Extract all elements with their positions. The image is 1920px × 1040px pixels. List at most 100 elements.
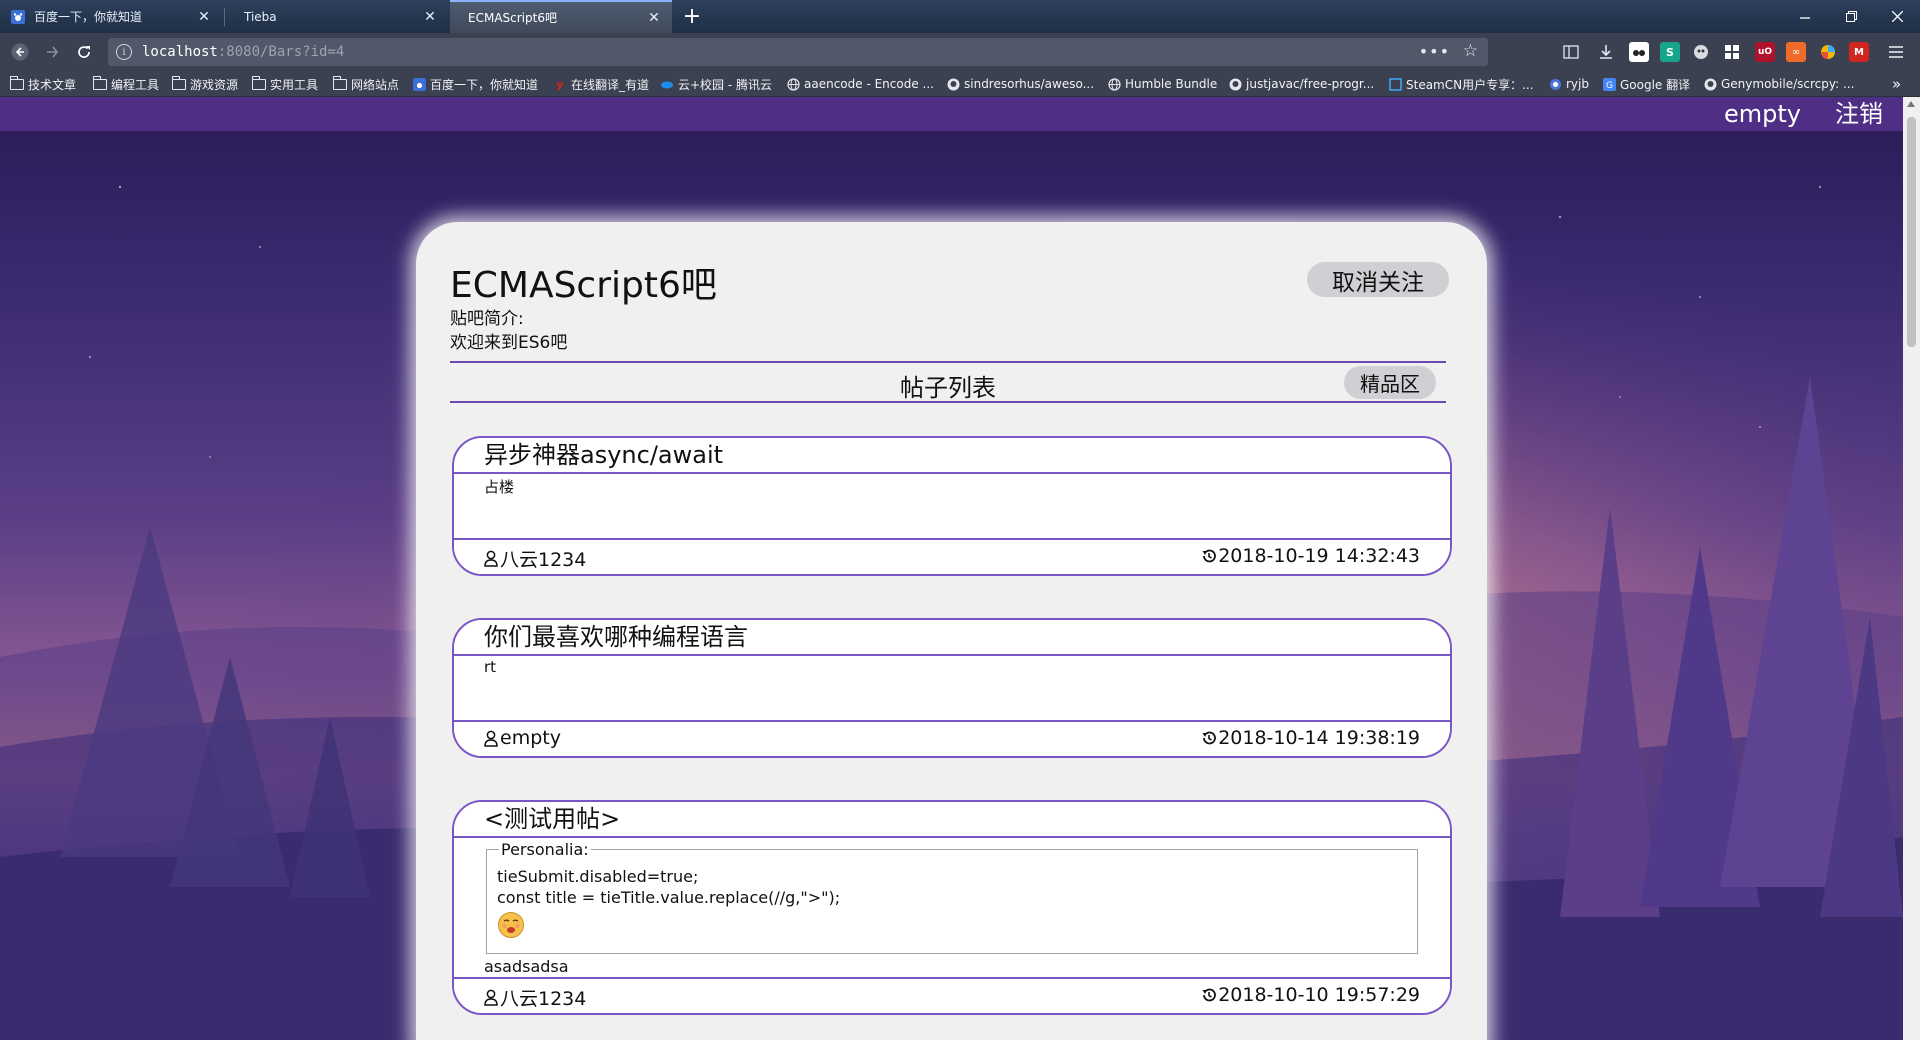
bookmark-folder[interactable]: 编程工具: [92, 75, 159, 93]
forward-button[interactable]: [36, 33, 68, 71]
folder-icon: [92, 75, 107, 91]
logout-link[interactable]: 注销: [1835, 97, 1883, 131]
history-icon: [1202, 988, 1217, 1002]
tab-bar: 百度一下，你就知道 ✕ Tieba ✕ ECMAScript6吧 ✕ +: [0, 0, 1920, 33]
close-tab-icon[interactable]: ✕: [422, 9, 438, 25]
post-footer: 八云1234 2018-10-10 19:57:29: [454, 979, 1450, 1013]
extension-glasses-icon[interactable]: [1629, 42, 1649, 62]
scrollbar-thumb[interactable]: [1907, 117, 1916, 347]
post-footer: 八云1234 2018-10-19 14:32:43: [454, 540, 1450, 574]
tab-ecmascript6[interactable]: ECMAScript6吧 ✕: [450, 0, 672, 33]
close-tab-icon[interactable]: ✕: [646, 10, 662, 26]
ryjb-icon: [1548, 77, 1562, 91]
menu-icon[interactable]: [1886, 42, 1906, 62]
user-icon: [484, 550, 498, 567]
bookmark-link[interactable]: y 在线翻译_有道: [553, 75, 649, 93]
extension-m-icon[interactable]: M: [1849, 42, 1869, 62]
github-icon: [1703, 77, 1717, 91]
bar-intro-label: 贴吧简介:: [450, 309, 524, 329]
folder-icon: [9, 75, 24, 91]
ublock-icon[interactable]: uO: [1755, 42, 1775, 62]
post-time: 2018-10-19 14:32:43: [1201, 545, 1420, 567]
page-viewport: empty 注销 ECMAScript6吧 取消关注 贴吧简介: 欢迎来到ES6…: [0, 97, 1903, 1040]
bookmark-label: Genymobile/scrcpy: ...: [1721, 77, 1855, 91]
bookmark-link[interactable]: 百度一下，你就知道: [412, 75, 538, 93]
tab-baidu[interactable]: 百度一下，你就知道 ✕: [0, 0, 222, 33]
post-item[interactable]: 异步神器async/await 占楼 八云1234 2018-10-19 14:…: [452, 436, 1452, 576]
minimize-icon[interactable]: [1782, 0, 1828, 33]
download-icon[interactable]: [1596, 42, 1616, 62]
post-time-text: 2018-10-14 19:38:19: [1218, 727, 1420, 749]
post-author-name: empty: [500, 727, 561, 749]
bookmark-star-icon[interactable]: ☆: [1463, 41, 1478, 61]
bookmark-link[interactable]: justjavac/free-progr...: [1228, 75, 1374, 93]
navigation-bar: i localhost:8080/Bars?id=4 ••• ☆ S uO ∞ …: [0, 33, 1920, 71]
page-scrollbar[interactable]: [1903, 97, 1920, 1040]
bookmark-label: SteamCN用户专享：...: [1406, 77, 1534, 92]
post-time: 2018-10-10 19:57:29: [1201, 984, 1420, 1006]
folder-icon: [171, 75, 186, 91]
bookmark-label: 百度一下，你就知道: [430, 77, 539, 92]
bookmark-link[interactable]: G Google 翻译: [1602, 75, 1690, 93]
bookmark-link[interactable]: aaencode - Encode ...: [786, 75, 934, 93]
back-button[interactable]: [4, 33, 36, 71]
reload-button[interactable]: [68, 33, 100, 71]
unfollow-button[interactable]: 取消关注: [1307, 262, 1449, 297]
address-bar[interactable]: i localhost:8080/Bars?id=4 ••• ☆: [108, 38, 1488, 66]
bookmark-folder[interactable]: 游戏资源: [171, 75, 238, 93]
bookmark-link[interactable]: ryjb: [1548, 75, 1589, 93]
folder-icon: [332, 75, 347, 91]
post-title[interactable]: <测试用帖>: [454, 802, 1450, 838]
tab-tieba[interactable]: Tieba ✕: [226, 0, 448, 33]
post-item[interactable]: 你们最喜欢哪种编程语言 rt empty 2018-10-14 19:38:19: [452, 618, 1452, 758]
close-window-icon[interactable]: [1874, 0, 1920, 33]
page-actions-icon[interactable]: •••: [1419, 42, 1450, 61]
more-bookmarks-icon[interactable]: »: [1892, 75, 1901, 93]
bookmark-folder[interactable]: 网络站点: [332, 75, 399, 93]
extension-infinity-icon[interactable]: ∞: [1786, 42, 1806, 62]
bar-card: ECMAScript6吧 取消关注 贴吧简介: 欢迎来到ES6吧 帖子列表 精品…: [416, 222, 1487, 1040]
user-icon: [484, 989, 498, 1006]
google-translate-icon: G: [1602, 77, 1616, 91]
scroll-up-icon[interactable]: [1907, 101, 1915, 107]
bookmark-link[interactable]: Genymobile/scrcpy: ...: [1703, 75, 1854, 93]
post-author[interactable]: 八云1234: [484, 545, 586, 572]
bookmark-link[interactable]: Humble Bundle: [1107, 75, 1217, 93]
bookmarks-bar: 技术文章 编程工具 游戏资源 实用工具 网络站点 百度一下，你就知道 y 在线翻译…: [0, 71, 1920, 97]
post-author[interactable]: empty: [484, 727, 561, 749]
bookmark-link[interactable]: sindresorhus/aweso...: [946, 75, 1094, 93]
fieldset-legend: Personalia:: [499, 840, 591, 859]
bookmark-label: 实用工具: [270, 77, 319, 92]
post-item[interactable]: <测试用帖> Personalia: tieSubmit.disabled=tr…: [452, 800, 1452, 1015]
url-host: localhost: [142, 44, 218, 60]
extension-colorful-icon[interactable]: [1818, 42, 1838, 62]
extension-ghost-icon[interactable]: [1691, 42, 1711, 62]
github-icon: [1228, 77, 1242, 91]
extension-s-icon[interactable]: S: [1660, 42, 1680, 62]
current-username[interactable]: empty: [1724, 97, 1801, 131]
elite-section-button[interactable]: 精品区: [1344, 366, 1436, 399]
post-body-text: asadsadsa: [484, 957, 569, 976]
site-info-icon[interactable]: i: [116, 44, 132, 60]
code-line: tieSubmit.disabled=true;: [497, 867, 699, 886]
post-time: 2018-10-14 19:38:19: [1201, 727, 1420, 749]
post-body: Personalia: tieSubmit.disabled=true; con…: [454, 838, 1450, 979]
bookmark-folder[interactable]: 技术文章: [9, 75, 76, 93]
post-title[interactable]: 异步神器async/await: [454, 438, 1450, 474]
post-title[interactable]: 你们最喜欢哪种编程语言: [454, 620, 1450, 656]
baidu-favicon-icon: [10, 9, 26, 25]
history-icon: [1202, 549, 1217, 563]
emoji-face-icon: [498, 912, 524, 938]
new-tab-button[interactable]: +: [676, 0, 708, 33]
post-list-title: 帖子列表: [900, 374, 996, 402]
bookmark-folder[interactable]: 实用工具: [251, 75, 319, 93]
bookmark-link[interactable]: 云+校园 - 腾讯云: [660, 75, 772, 93]
site-top-bar: empty 注销: [0, 97, 1903, 131]
post-author[interactable]: 八云1234: [484, 984, 586, 1011]
bookmark-label: justjavac/free-progr...: [1246, 77, 1375, 91]
bookmark-link[interactable]: SteamCN用户专享：...: [1388, 75, 1534, 93]
extension-grid-icon[interactable]: [1722, 42, 1742, 62]
reader-view-icon[interactable]: [1561, 42, 1581, 62]
close-tab-icon[interactable]: ✕: [196, 9, 212, 25]
restore-icon[interactable]: [1828, 0, 1874, 33]
